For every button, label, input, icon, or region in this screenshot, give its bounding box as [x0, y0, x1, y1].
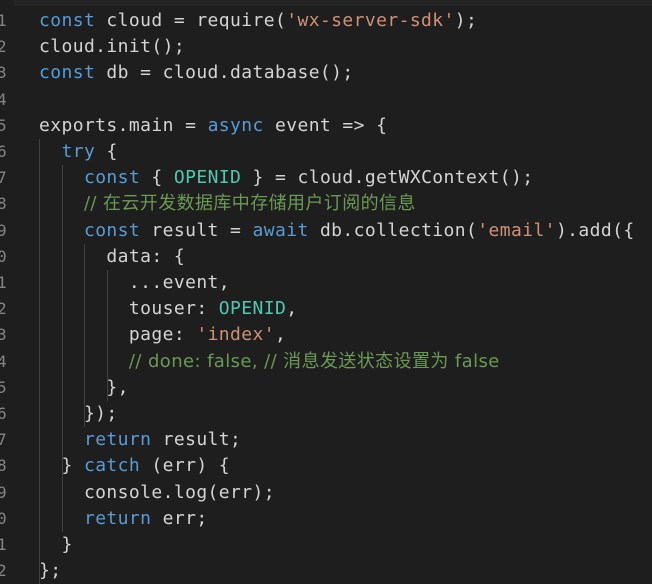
code-line: try { — [39, 139, 118, 165]
code-line: }; — [39, 558, 61, 584]
keyword-token: await — [252, 219, 309, 241]
line-number: 0 — [0, 508, 7, 528]
code-line: return result; — [39, 427, 241, 453]
code-token: console.log(err); — [39, 481, 275, 503]
line-number: 3 — [0, 325, 7, 345]
keyword-token: catch — [83, 455, 141, 477]
code-token: result = — [140, 219, 253, 241]
code-line: return err; — [39, 506, 208, 532]
line-number: 7 — [0, 168, 7, 188]
keyword-token: const — [39, 62, 96, 84]
code-token: ).add({ — [555, 219, 635, 241]
code-line: ...event, — [39, 270, 230, 296]
code-token: }; — [39, 560, 62, 582]
line-number: 3 — [0, 63, 7, 83]
keyword-token: return — [83, 429, 152, 451]
code-line: // done: false, // 消息发送状态设置为 false — [39, 349, 500, 375]
code-line: const cloud = require('wx-server-sdk'); — [39, 8, 477, 34]
line-number: 9 — [0, 482, 7, 502]
code-token: db.collection( — [308, 219, 478, 241]
string-token: 'email' — [477, 219, 556, 241]
code-token: exports.main = — [39, 114, 208, 136]
code-line: }, — [39, 375, 129, 401]
code-token: page: — [39, 324, 197, 346]
code-token: result; — [151, 429, 242, 451]
code-token: } = cloud.getWXContext(); — [241, 167, 534, 189]
line-number: 8 — [0, 194, 7, 214]
code-line: data: { — [39, 244, 185, 270]
line-number: 4 — [0, 351, 7, 371]
keyword-token: const — [83, 219, 141, 241]
constant-token: OPENID — [173, 167, 242, 189]
editor-tab-strip — [0, 0, 652, 6]
code-token: event => { — [263, 114, 388, 136]
keyword-token: const — [39, 10, 96, 31]
line-number: 6 — [0, 404, 7, 423]
code-line: // 在云开发数据库中存储用户订阅的信息 — [39, 191, 416, 217]
code-line: const result = await db.collection('emai… — [39, 218, 635, 244]
code-token: { — [140, 167, 174, 189]
code-line: const { OPENID } = cloud.getWXContext(); — [39, 165, 533, 191]
keyword-token: return — [83, 507, 152, 529]
code-token: ); — [454, 10, 478, 31]
line-number: 5 — [0, 115, 7, 135]
code-token: cloud.init(); — [39, 36, 186, 58]
keyword-token: try — [61, 141, 96, 162]
comment-token: // done: false, // 消息发送状态设置为 false — [128, 350, 500, 372]
code-line: }); — [39, 401, 118, 427]
code-line: console.log(err); — [39, 480, 275, 506]
code-token: ...event, — [39, 272, 231, 293]
code-token: db = cloud.database(); — [95, 62, 354, 84]
code-token: , — [275, 324, 287, 346]
code-line: } catch (err) { — [39, 453, 230, 479]
code-token: }); — [39, 403, 118, 424]
line-number: 5 — [0, 377, 7, 397]
line-number: 6 — [0, 142, 7, 161]
code-token: , — [286, 298, 298, 320]
line-number-gutter: 1 2 3 4 5 6 7 8 9 0 1 2 3 4 5 6 7 8 9 0 1 2 — [0, 0, 14, 584]
code-line: const db = cloud.database(); — [39, 60, 354, 86]
code-token: data: { — [39, 245, 186, 267]
line-number: 8 — [0, 456, 7, 476]
keyword-token: async — [207, 114, 264, 136]
code-editor[interactable]: 1 2 3 4 5 6 7 8 9 0 1 2 3 4 5 6 7 8 9 0 1 2 const cloud = req… — [0, 0, 652, 584]
code-line: page: 'index', — [39, 322, 286, 348]
code-token: (err) { — [140, 455, 231, 477]
code-line: cloud.init(); — [39, 34, 185, 60]
code-line: touser: OPENID, — [39, 296, 297, 322]
code-token: { — [95, 141, 118, 162]
line-number: 2 — [0, 299, 7, 319]
string-token: 'wx-server-sdk' — [286, 10, 455, 31]
code-token: }, — [39, 376, 129, 398]
line-number: 4 — [0, 89, 7, 109]
code-line: } — [39, 532, 73, 558]
code-token: touser: — [39, 298, 219, 320]
string-token: 'index' — [196, 324, 275, 346]
line-number: 2 — [0, 37, 7, 57]
line-number: 1 — [0, 273, 7, 292]
line-number: 1 — [0, 11, 7, 30]
comment-token: // 在云开发数据库中存储用户订阅的信息 — [83, 193, 416, 215]
line-number: 7 — [0, 430, 7, 450]
code-token: err; — [151, 507, 208, 529]
code-token: } — [39, 455, 84, 477]
line-number: 0 — [0, 246, 7, 266]
line-number: 9 — [0, 220, 7, 240]
code-token: } — [39, 534, 73, 555]
code-token: cloud = require( — [95, 10, 287, 31]
line-number: 2 — [0, 561, 7, 581]
keyword-token: const — [83, 167, 141, 189]
code-line: exports.main = async event => { — [39, 113, 387, 139]
constant-token: OPENID — [218, 298, 287, 320]
line-number: 1 — [0, 535, 7, 554]
